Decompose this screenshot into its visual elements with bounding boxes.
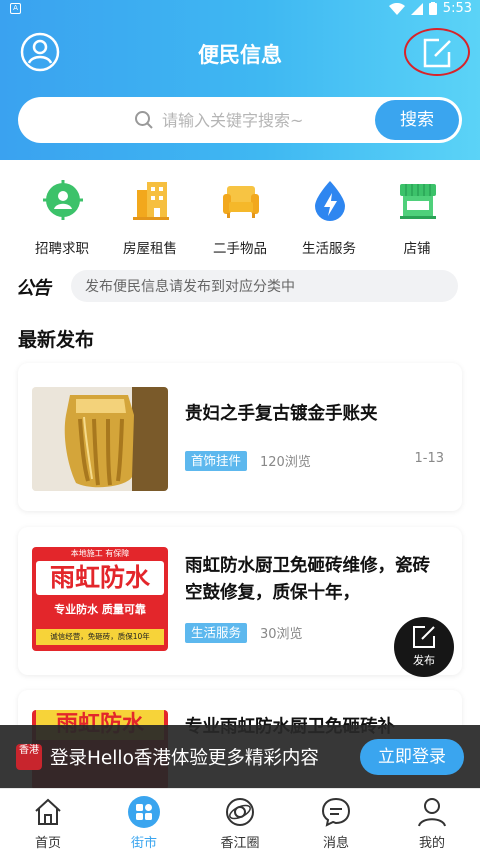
- category-label: 生活服务: [302, 241, 356, 257]
- nav-label: 香江圈: [220, 836, 260, 851]
- sofa-icon: [223, 186, 259, 218]
- listing-date: 1-13: [414, 451, 444, 466]
- category-store[interactable]: 店铺: [372, 178, 462, 260]
- category-grid: 招聘求职 房屋租售 二手物品 生活服务 店铺: [0, 178, 480, 260]
- nav-home[interactable]: 首页: [0, 789, 96, 853]
- login-button[interactable]: 立即登录: [360, 739, 464, 775]
- wifi-icon: [388, 2, 405, 15]
- bottom-nav: 首页 街市 香江圈 消息 我的: [0, 788, 480, 853]
- category-life-service[interactable]: 生活服务: [284, 178, 374, 260]
- search-icon: [135, 111, 153, 129]
- edit-icon: [413, 626, 435, 648]
- search-bar: 搜索: [18, 97, 462, 143]
- listing-title: 贵妇之手复古镀金手账夹: [185, 404, 378, 424]
- category-label: 招聘求职: [35, 241, 89, 257]
- ad-top-text: 本地施工 有保障: [70, 549, 130, 558]
- building-icon: [133, 182, 169, 220]
- nav-label: 街市: [130, 836, 157, 851]
- recruit-icon: [43, 180, 83, 220]
- notice-tag: 公告: [16, 278, 51, 299]
- listing-tag[interactable]: 生活服务: [185, 623, 248, 643]
- notification-icon: A: [10, 3, 21, 14]
- gold-hand-image: [32, 387, 168, 491]
- publish-fab[interactable]: 发布: [394, 617, 454, 677]
- search-input[interactable]: [162, 97, 382, 143]
- publish-fab-label: 发布: [413, 654, 435, 667]
- status-time: 5:53: [442, 1, 472, 16]
- nav-market[interactable]: 街市: [96, 789, 192, 853]
- water-drop-icon: [315, 181, 345, 221]
- login-prompt: 登录Hello香港体验更多精彩内容: [50, 748, 319, 769]
- listing-title: 雨虹防水厨卫免砸砖维修，瓷砖空鼓修复，质保十年，: [185, 556, 430, 603]
- listing-card[interactable]: 贵妇之手复古镀金手账夹 首饰挂件 120浏览 1-13: [18, 363, 462, 511]
- app-logo: 香港: [16, 744, 42, 770]
- listing-tag[interactable]: 首饰挂件: [185, 451, 248, 471]
- search-button[interactable]: 搜索: [375, 100, 459, 140]
- nav-label: 首页: [34, 836, 61, 851]
- ad-foot-text: 诚信经营，免砸砖，质保10年: [36, 629, 164, 645]
- orbit-icon: [226, 798, 254, 826]
- category-secondhand[interactable]: 二手物品: [195, 178, 285, 260]
- nav-messages[interactable]: 消息: [288, 789, 384, 853]
- listing-thumbnail: [32, 387, 168, 491]
- signal-icon: [410, 2, 423, 15]
- message-icon: [321, 797, 351, 827]
- notice-bar[interactable]: 公告 发布便民信息请发布到对应分类中: [16, 268, 460, 302]
- listing-views: 120浏览: [260, 455, 311, 470]
- category-label: 二手物品: [213, 241, 267, 257]
- nav-label: 我的: [418, 836, 445, 851]
- nav-profile[interactable]: 我的: [384, 789, 480, 853]
- notice-text: 发布便民信息请发布到对应分类中: [85, 279, 295, 295]
- nav-community[interactable]: 香江圈: [192, 789, 288, 853]
- category-housing[interactable]: 房屋租售: [105, 178, 195, 260]
- home-icon: [35, 798, 61, 825]
- title-bar: 便民信息: [0, 22, 480, 82]
- status-bar: A 5:53: [0, 0, 480, 18]
- store-icon: [400, 184, 436, 219]
- profile-icon: [418, 798, 446, 827]
- battery-icon: [428, 2, 437, 15]
- top-header: A 5:53 便民信息 请输入关键字搜索~ 搜索: [0, 0, 480, 160]
- category-label: 店铺: [403, 241, 431, 257]
- nav-label: 消息: [322, 836, 349, 851]
- ad-main-text: 雨虹防水: [36, 561, 164, 595]
- login-banner: 香港 登录Hello香港体验更多精彩内容 立即登录: [0, 725, 480, 788]
- grid-icon: [128, 796, 160, 828]
- edit-icon: [423, 38, 451, 68]
- ad-sub-text: 专业防水 质量可靠: [54, 603, 146, 616]
- category-label: 房屋租售: [123, 241, 177, 257]
- edit-post-button[interactable]: [404, 28, 470, 76]
- notice-marquee: 发布便民信息请发布到对应分类中: [71, 270, 458, 302]
- category-recruit[interactable]: 招聘求职: [17, 178, 107, 260]
- listing-thumbnail: 本地施工 有保障 雨虹防水 专业防水 质量可靠 诚信经营，免砸砖，质保10年: [32, 547, 168, 651]
- listing-views: 30浏览: [260, 627, 303, 642]
- section-title: 最新发布: [18, 329, 95, 351]
